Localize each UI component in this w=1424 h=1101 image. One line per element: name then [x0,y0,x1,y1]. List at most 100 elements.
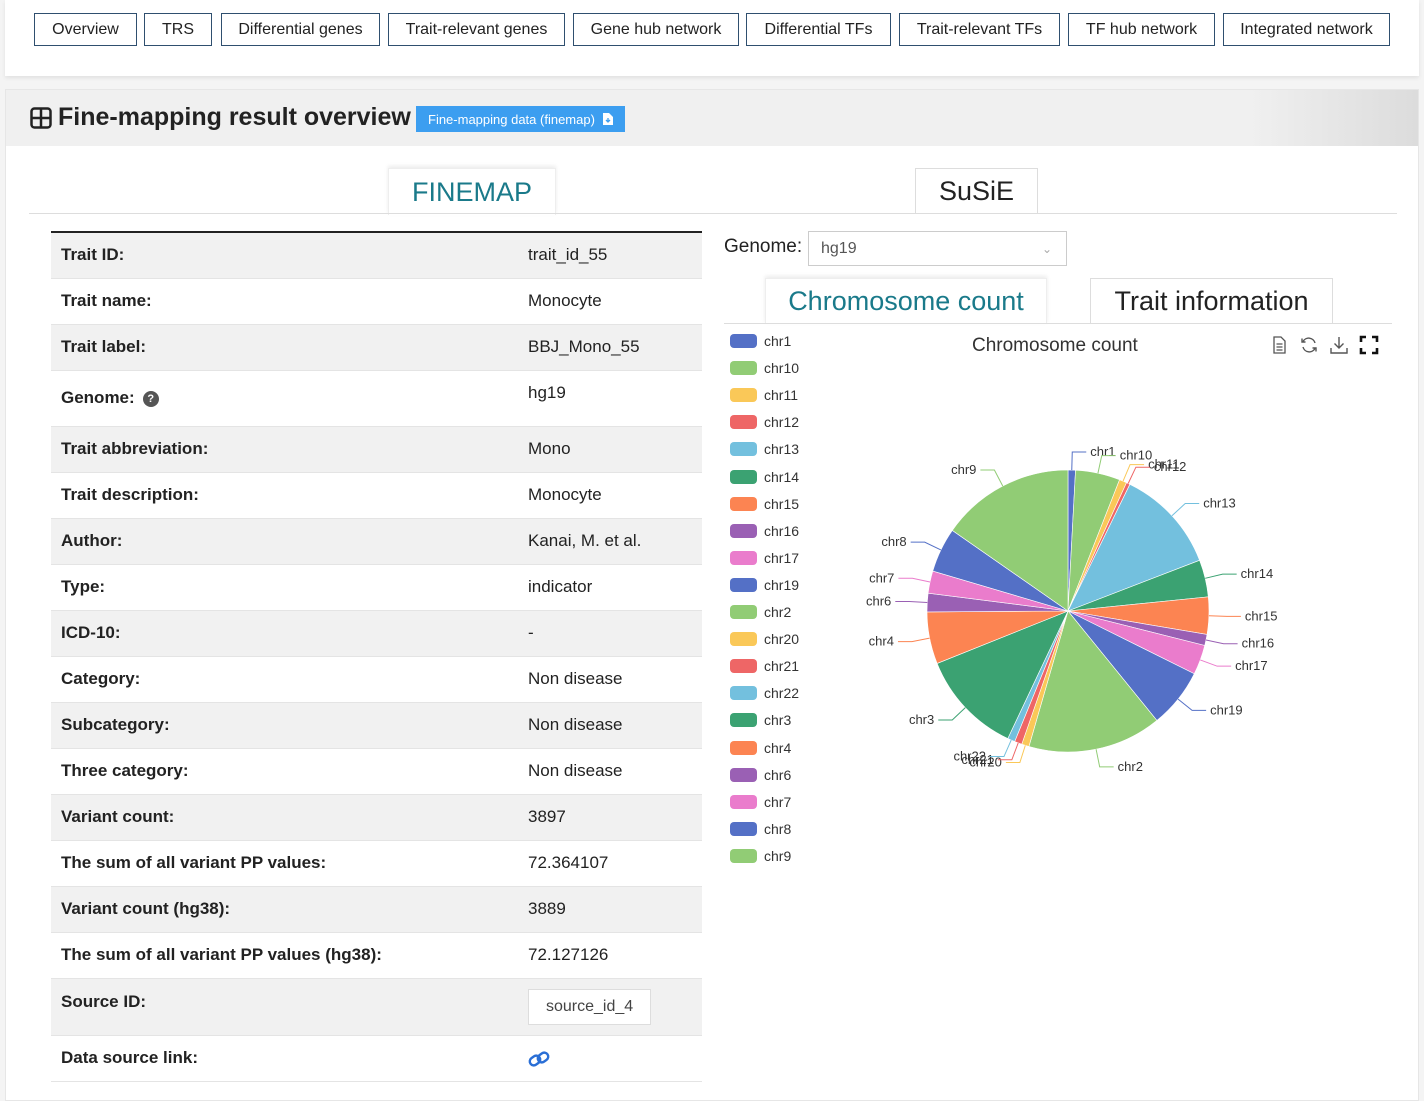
three-category-value: Non disease [518,748,702,795]
legend-item-chr11[interactable]: chr11 [730,387,798,403]
row-label: The sum of all variant PP values (hg38): [51,932,518,979]
genome-select[interactable]: hg19 ⌄ [808,231,1067,266]
chevron-down-icon: ⌄ [1041,242,1052,256]
row-label: Genome:? [51,370,518,427]
variant-count-hg38-value: 3889 [518,886,702,933]
legend-label: chr1 [764,333,792,349]
legend-item-chr1[interactable]: chr1 [730,333,791,349]
nav-integrated-network[interactable]: Integrated network [1223,13,1390,46]
icd-value: - [518,610,702,657]
nav-overview[interactable]: Overview [34,13,137,46]
nav-trs[interactable]: TRS [144,13,212,46]
legend-item-chr12[interactable]: chr12 [730,414,799,430]
nav-tf-hub-network[interactable]: TF hub network [1068,13,1215,46]
nav-differential-genes[interactable]: Differential genes [221,13,380,46]
tab-finemap[interactable]: FINEMAP [388,168,556,215]
chart-toolbox [1269,335,1379,355]
chart-tabs-divider [724,323,1392,324]
abbreviation-value: Mono [518,426,702,473]
slice-label-chr6: chr6 [866,593,891,608]
page-title: Fine-mapping result overview [58,103,411,131]
nav-differential-tfs[interactable]: Differential TFs [746,13,891,46]
table-row: The sum of all variant PP values: 72.3641… [51,840,702,887]
row-label: Trait name: [51,278,518,325]
download-icon[interactable] [1329,335,1349,355]
description-value: Monocyte [518,472,702,519]
trait-id-value: trait_id_55 [518,231,702,279]
slice-label-chr4: chr4 [869,634,894,649]
table-row: Trait ID: trait_id_55 [51,231,702,279]
panel-header: Fine-mapping result overview Fine-mappin… [6,90,1418,146]
link-icon[interactable] [528,1050,550,1068]
label-line-chr12 [1127,466,1150,484]
source-id-badge[interactable]: source_id_4 [528,988,652,1025]
tab-susie[interactable]: SuSiE [915,168,1038,214]
nav-trait-relevant-tfs[interactable]: Trait-relevant TFs [899,13,1060,46]
tabs-divider [29,213,1397,214]
slice-label-chr9: chr9 [951,462,976,477]
table-row: Variant count: 3897 [51,794,702,841]
data-view-icon[interactable] [1269,335,1289,355]
row-label: Source ID: [51,978,518,1036]
legend-swatch [730,334,757,348]
slice-label-chr14: chr14 [1241,566,1274,581]
label-line-chr19 [1177,698,1207,711]
finemapping-panel: Fine-mapping result overview Fine-mappin… [5,89,1419,1101]
slice-label-chr13: chr13 [1203,496,1236,511]
slice-label-chr12: chr12 [1154,459,1187,474]
genome-select-label: Genome: [724,236,803,257]
download-label: Fine-mapping data (finemap) [428,111,595,127]
slice-label-chr15: chr15 [1245,608,1278,623]
variant-count-value: 3897 [518,794,702,841]
label-line-chr17 [1200,659,1232,667]
legend-label: chr12 [764,414,800,431]
row-label: ICD-10: [51,610,518,657]
nav-trait-relevant-genes[interactable]: Trait-relevant genes [388,13,565,46]
table-row: Genome:? hg19 [51,370,702,427]
chart-title: Chromosome count [972,335,1138,356]
slice-label-chr17: chr17 [1235,658,1268,673]
genome-row-label: Genome: [61,388,135,407]
label-line-chr2 [1095,749,1114,768]
table-row: The sum of all variant PP values (hg38):… [51,932,702,979]
row-label: Data source link: [51,1035,518,1082]
label-line-chr4 [897,637,930,643]
top-navigation: Overview TRS Differential genes Trait-re… [5,0,1419,76]
legend-swatch [730,388,757,403]
genome-select-value: hg19 [821,239,857,257]
row-label: Three category: [51,748,518,795]
help-icon[interactable]: ? [142,390,159,407]
table-row: ICD-10: - [51,610,702,657]
table-row: Type: indicator [51,564,702,611]
category-value: Non disease [518,656,702,703]
label-line-chr15 [1208,615,1241,617]
table-row: Trait abbreviation: Mono [51,426,702,473]
table-row: Category: Non disease [51,656,702,703]
table-row: Source ID: source_id_4 [51,978,702,1036]
row-label: Category: [51,656,518,703]
label-line-chr14 [1205,573,1237,579]
row-label: Trait ID: [51,231,518,279]
slice-label-chr3: chr3 [909,712,934,727]
tab-trait-information[interactable]: Trait information [1090,278,1333,323]
trait-info-table: Trait ID: trait_id_55 Trait name: Monocyte… [51,231,702,1082]
tab-chromosome-count[interactable]: Chromosome count [765,278,1047,324]
legend-swatch [730,848,757,863]
chromosome-pie-chart: chr1 chr10chr11chr12chr13chr14chr15chr16c… [866,444,1278,774]
row-label: Type: [51,564,518,611]
table-row: Trait name: Monocyte [51,278,702,325]
row-label: Variant count (hg38): [51,886,518,933]
legend-item-chr9[interactable]: chr9 [730,848,791,864]
nav-gene-hub-network[interactable]: Gene hub network [573,13,739,46]
type-value: indicator [518,564,702,611]
legend-label: chr10 [764,360,800,377]
table-row: Data source link: [51,1035,702,1082]
download-finemap-button[interactable]: Fine-mapping data (finemap) [416,106,625,132]
label-line-chr1 [1071,451,1087,471]
refresh-icon[interactable] [1299,335,1319,355]
fullscreen-icon[interactable] [1359,335,1379,355]
slice-label-chr8: chr8 [881,534,906,549]
label-line-chr6 [895,600,928,604]
table-grid-icon [30,107,52,129]
legend-item-chr10[interactable]: chr10 [730,360,799,376]
